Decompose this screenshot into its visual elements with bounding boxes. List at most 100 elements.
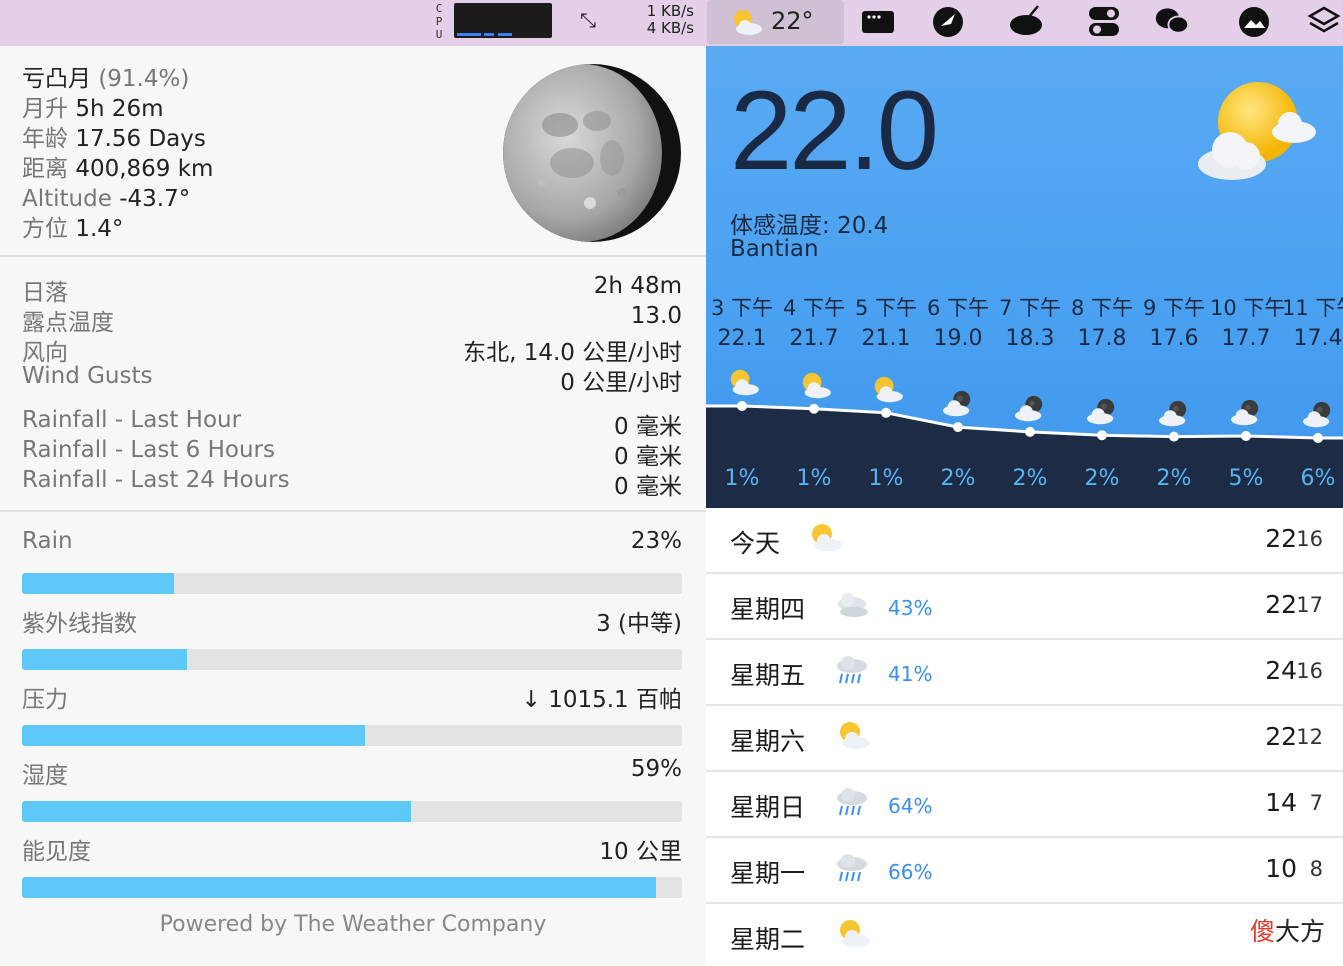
daily-row[interactable]: 星期六 22 12: [706, 706, 1343, 772]
day-precip: 43%: [888, 596, 933, 620]
powered-by-link[interactable]: Powered by The Weather Company: [0, 912, 706, 937]
rain-label: Rain: [22, 528, 73, 554]
moon-section: 亏凸月 (91.4%) 月升 5h 26m 年龄 17.56 Days 距离 4…: [0, 46, 706, 257]
sunset-row: 日落 2h 48m: [22, 273, 682, 306]
daily-row[interactable]: 星期一 66% 10 8: [706, 838, 1343, 904]
rain-bar: [22, 573, 682, 594]
sunset-value: 2h 48m: [593, 273, 682, 299]
current-conditions: 22.0 体感温度: 20.4 Bantian 3 下午 22.1 1% 4 下午 21…: [706, 46, 1343, 508]
uv-label: 紫外线指数: [22, 611, 137, 637]
daily-row[interactable]: 星期四 43% 22 17: [706, 574, 1343, 640]
moon-age-label: 年龄: [22, 126, 68, 152]
day-name: 星期二: [730, 925, 806, 954]
cpu-graph[interactable]: [454, 3, 552, 38]
hour-time: 4 下午: [782, 296, 846, 320]
hour-time: 6 下午: [926, 296, 990, 320]
hourly-column: 8 下午 17.8 2%: [1066, 292, 1138, 491]
hour-precip: 1%: [724, 466, 760, 491]
day-low: 7: [1309, 791, 1323, 815]
partly-cloudy-moon-icon: [1087, 399, 1115, 425]
location-name[interactable]: Bantian: [730, 236, 819, 262]
rainfall-hour-value: 0 毫米: [614, 414, 682, 440]
hourly-column: 9 下午 17.6 2%: [1138, 292, 1210, 491]
hourly-column: 4 下午 21.7 1%: [778, 292, 850, 491]
moon-altitude-line: Altitude -43.7°: [22, 184, 213, 214]
visibility-label: 能见度: [22, 839, 91, 865]
arrows-icon[interactable]: ⤡: [580, 8, 596, 32]
wechat-icon[interactable]: [1154, 4, 1190, 38]
hour-temp: 19.0: [933, 326, 983, 351]
moon-phase: 亏凸月: [22, 66, 91, 92]
hourly-column: 10 下午 17.7 5%: [1210, 292, 1286, 491]
hourly-column: 7 下午 18.3 2%: [994, 292, 1066, 491]
moon-azimuth-value: 1.4°: [75, 216, 124, 242]
pressure-label: 压力: [22, 687, 68, 713]
bowl-icon[interactable]: [1008, 4, 1044, 38]
hour-temp-dot: [809, 403, 819, 414]
dewpoint-label: 露点温度: [22, 310, 114, 336]
weather-menu-item[interactable]: 22°: [707, 0, 844, 44]
forecast-panel: 22.0 体感温度: 20.4 Bantian 3 下午 22.1 1% 4 下午 21…: [706, 46, 1343, 966]
hour-time: 8 下午: [1070, 296, 1134, 320]
partly-cloudy-sun-icon: [802, 372, 831, 398]
rain-icon: [837, 854, 867, 882]
visibility-bar: [22, 877, 682, 898]
partly-cloudy-sun-icon: [1198, 82, 1316, 180]
day-high: 22: [1265, 590, 1297, 619]
current-temp: 22.0: [730, 68, 939, 193]
day-precip: 66%: [888, 860, 933, 884]
rainfall-6h-value: 0 毫米: [614, 444, 682, 470]
rainfall-hour-row: Rainfall - Last Hour 0 毫米: [22, 407, 682, 440]
moon-altitude-value: -43.7°: [119, 186, 191, 212]
menu-temp: 22°: [771, 7, 814, 35]
humidity-label: 湿度: [22, 763, 68, 789]
day-high: 10: [1265, 854, 1297, 883]
hour-precip: 1%: [796, 466, 832, 491]
daily-row[interactable]: 星期二: [706, 904, 1343, 966]
cpu-label-text: CPU: [435, 2, 443, 41]
hour-temp-dot: [1241, 430, 1251, 441]
day-low: 8: [1309, 857, 1323, 881]
hourly-column: 6 下午 19.0 2%: [922, 292, 994, 491]
hour-temp: 22.1: [717, 326, 767, 351]
hour-time: 10 下午: [1210, 296, 1286, 320]
moon-illumination: (91.4%): [98, 66, 190, 92]
day-low: 17: [1296, 593, 1323, 617]
toggle-icon[interactable]: [1086, 4, 1122, 38]
wind-label: 风向: [22, 340, 68, 366]
daily-row[interactable]: 星期五 41% 24 16: [706, 640, 1343, 706]
hourly-column: 11 下午 17.4 6%: [1282, 292, 1343, 491]
humidity-bar: [22, 801, 682, 822]
rainfall-24h-row: Rainfall - Last 24 Hours 0 毫米: [22, 467, 682, 500]
humidity-value: 59%: [630, 756, 682, 782]
layers-icon[interactable]: [1306, 4, 1342, 38]
gusts-label: Wind Gusts: [22, 363, 153, 389]
photo-icon[interactable]: [1236, 4, 1272, 38]
hour-temp-dot: [1169, 431, 1179, 442]
hour-temp-dot: [881, 407, 891, 418]
day-precip: 64%: [888, 794, 933, 818]
network-speed[interactable]: 1 KB/s 4 KB/s: [620, 3, 694, 37]
feather-icon[interactable]: [930, 4, 966, 38]
hour-precip: 6%: [1300, 466, 1336, 491]
watermark-text: 大方: [1274, 917, 1325, 946]
partly-cloudy-moon-icon: [943, 390, 971, 417]
hour-temp: 18.3: [1005, 326, 1055, 351]
partly-cloudy-sun-icon: [840, 722, 870, 749]
daily-row[interactable]: 今天 22 16: [706, 508, 1343, 574]
cloudy-icon: [838, 593, 868, 617]
uv-bar-fill: [22, 649, 187, 670]
moon-altitude-label: Altitude: [22, 186, 112, 212]
dewpoint-value: 13.0: [630, 303, 682, 329]
partly-cloudy-moon-icon: [1303, 401, 1331, 428]
weather-details-panel: 亏凸月 (91.4%) 月升 5h 26m 年龄 17.56 Days 距离 4…: [0, 46, 706, 966]
hourly-column: 5 下午 21.1 1%: [850, 292, 922, 491]
terminal-icon[interactable]: [860, 4, 896, 38]
hour-time: 9 下午: [1142, 296, 1206, 320]
moon-image: [503, 64, 681, 242]
dewpoint-row: 露点温度 13.0: [22, 303, 682, 336]
watermark-red: 傻: [1249, 917, 1275, 946]
daily-row[interactable]: 星期日 64% 14 7: [706, 772, 1343, 838]
partly-cloudy-moon-icon: [1159, 400, 1187, 426]
pressure-value: ↓ 1015.1 百帕: [521, 687, 682, 713]
